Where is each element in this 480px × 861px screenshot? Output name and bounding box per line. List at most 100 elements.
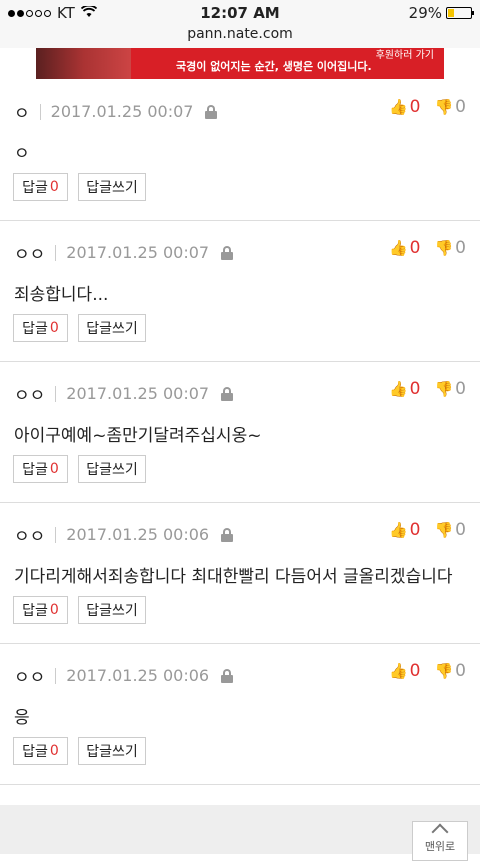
reply-label: 답글: [22, 603, 48, 619]
divider: [55, 385, 57, 402]
reply-button[interactable]: 답글 0: [13, 737, 68, 765]
thumbs-up-icon: 👍: [388, 98, 408, 116]
reply-label: 답글: [22, 321, 48, 337]
comment-header: ㅇ 2017.01.25 00:07: [14, 99, 218, 124]
reply-label: 답글: [22, 744, 48, 760]
comment-item: ㅇㅇ 2017.01.25 00:07 👍 0 👎 0 죄송합니다... 답글 0 답…: [0, 222, 480, 362]
downvote-count: 0: [455, 97, 466, 117]
banner-text: 국경이 없어지는 순간, 생명은 이어집니다.: [176, 60, 372, 73]
thumbs-up-icon: 👍: [388, 521, 408, 539]
thumbs-down-icon: 👎: [434, 380, 454, 398]
banner-button[interactable]: 후원하러 가기: [376, 48, 434, 61]
write-reply-button[interactable]: 답글쓰기: [78, 737, 146, 765]
comment-header: ㅇㅇ 2017.01.25 00:07: [14, 240, 234, 265]
reply-count: 0: [49, 179, 59, 195]
banner-image: [36, 48, 131, 79]
divider: [55, 526, 57, 543]
battery-group: 29%: [408, 4, 474, 22]
chevron-up-icon: [431, 823, 449, 841]
reply-button[interactable]: 답글 0: [13, 173, 68, 201]
lock-icon: [221, 668, 234, 683]
lock-icon: [221, 245, 234, 260]
vote-group: 👍 0 👎 0: [375, 97, 466, 117]
downvote-button[interactable]: 👎 0: [434, 379, 466, 399]
downvote-button[interactable]: 👎 0: [434, 661, 466, 681]
reply-count: 0: [49, 320, 59, 336]
scroll-top-button[interactable]: 맨위로: [412, 821, 468, 861]
write-reply-button[interactable]: 답글쓰기: [78, 455, 146, 483]
vote-group: 👍 0 👎 0: [375, 379, 466, 399]
upvote-count: 0: [409, 379, 421, 399]
battery-icon: [446, 7, 474, 19]
thumbs-up-icon: 👍: [388, 380, 408, 398]
upvote-button[interactable]: 👍 0: [389, 661, 421, 681]
vote-group: 👍 0 👎 0: [375, 661, 466, 681]
comment-date: 2017.01.25 00:07: [66, 384, 210, 403]
reply-button[interactable]: 답글 0: [13, 314, 68, 342]
comment-author[interactable]: ㅇㅇ: [14, 663, 45, 688]
vote-group: 👍 0 👎 0: [375, 238, 466, 258]
comment-header: ㅇㅇ 2017.01.25 00:06: [14, 522, 234, 547]
url-bar[interactable]: pann.nate.com: [0, 26, 480, 48]
ad-banner[interactable]: 국경이 없어지는 순간, 생명은 이어집니다. 후원하러 가기: [36, 48, 444, 79]
comment-item: ㅇㅇ 2017.01.25 00:06 👍 0 👎 0 응 답글 0 답글쓰기: [0, 645, 480, 785]
comment-text: 아이구예예~좀만기달려주십시옹~: [14, 426, 262, 446]
reply-button[interactable]: 답글 0: [13, 596, 68, 624]
upvote-count: 0: [409, 97, 421, 117]
thumbs-up-icon: 👍: [388, 662, 408, 680]
reply-count: 0: [49, 602, 59, 618]
comment-item: ㅇㅇ 2017.01.25 00:07 👍 0 👎 0 아이구예예~좀만기달려주십시…: [0, 363, 480, 503]
upvote-count: 0: [409, 238, 421, 258]
downvote-button[interactable]: 👎 0: [434, 97, 466, 117]
battery-percent: 29%: [408, 4, 442, 22]
divider: [55, 667, 57, 684]
reply-label: 답글: [22, 462, 48, 478]
comment-text: ㅇ: [14, 144, 30, 164]
comment-text: 죄송합니다...: [14, 285, 109, 305]
downvote-button[interactable]: 👎 0: [434, 238, 466, 258]
comment-author[interactable]: ㅇㅇ: [14, 381, 45, 406]
scroll-top-label: 맨위로: [424, 840, 456, 853]
downvote-button[interactable]: 👎 0: [434, 520, 466, 540]
lock-icon: [221, 527, 234, 542]
comment-item: ㅇ 2017.01.25 00:07 👍 0 👎 0 ㅇ 답글 0 답글쓰기: [0, 81, 480, 221]
reply-label: 답글: [22, 180, 48, 196]
upvote-button[interactable]: 👍 0: [389, 520, 421, 540]
comment-author[interactable]: ㅇㅇ: [14, 240, 45, 265]
status-bar: KT 12:07 AM 29%: [0, 0, 480, 26]
thumbs-up-icon: 👍: [388, 239, 408, 257]
lock-icon: [221, 386, 234, 401]
comment-date: 2017.01.25 00:06: [66, 666, 210, 685]
reply-count: 0: [49, 461, 59, 477]
thumbs-down-icon: 👎: [434, 239, 454, 257]
reply-button[interactable]: 답글 0: [13, 455, 68, 483]
comment-item: ㅇㅇ 2017.01.25 00:06 👍 0 👎 0 기다리게해서죄송합니다 최대…: [0, 504, 480, 644]
upvote-button[interactable]: 👍 0: [389, 97, 421, 117]
downvote-count: 0: [455, 520, 466, 540]
comment-header: ㅇㅇ 2017.01.25 00:07: [14, 381, 234, 406]
footer: 맨위로: [0, 805, 480, 861]
upvote-button[interactable]: 👍 0: [389, 238, 421, 258]
comment-author[interactable]: ㅇㅇ: [14, 522, 45, 547]
comment-text: 기다리게해서죄송합니다 최대한빨리 다듬어서 글올리겠습니다: [14, 567, 453, 587]
comment-date: 2017.01.25 00:07: [66, 243, 210, 262]
thumbs-down-icon: 👎: [434, 662, 454, 680]
write-reply-button[interactable]: 답글쓰기: [78, 596, 146, 624]
upvote-count: 0: [409, 520, 421, 540]
comment-text: 응: [14, 708, 30, 728]
downvote-count: 0: [455, 379, 466, 399]
vote-group: 👍 0 👎 0: [375, 520, 466, 540]
downvote-count: 0: [455, 661, 466, 681]
divider: [39, 103, 41, 120]
lock-icon: [205, 104, 218, 119]
reply-count: 0: [49, 743, 59, 759]
comment-header: ㅇㅇ 2017.01.25 00:06: [14, 663, 234, 688]
write-reply-button[interactable]: 답글쓰기: [78, 314, 146, 342]
comment-author[interactable]: ㅇ: [14, 99, 30, 124]
divider: [55, 244, 57, 261]
thumbs-down-icon: 👎: [434, 98, 454, 116]
upvote-button[interactable]: 👍 0: [389, 379, 421, 399]
downvote-count: 0: [455, 238, 466, 258]
comment-date: 2017.01.25 00:07: [50, 102, 194, 121]
write-reply-button[interactable]: 답글쓰기: [78, 173, 146, 201]
